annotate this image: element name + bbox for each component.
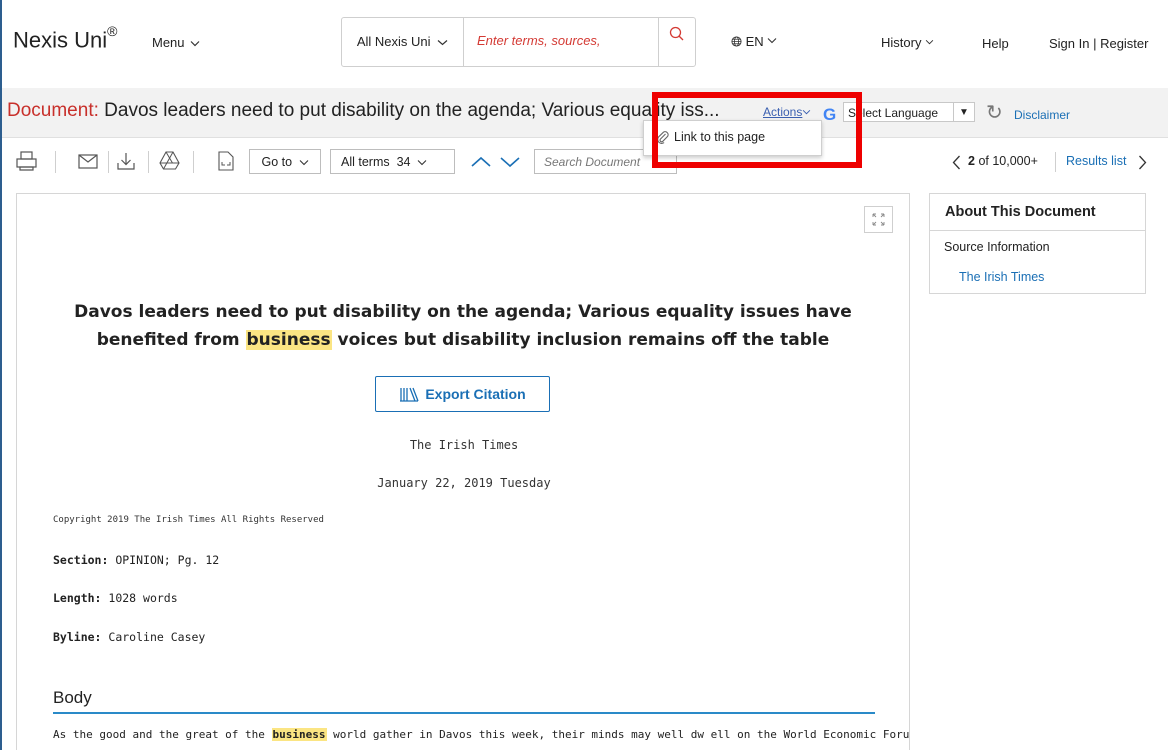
search-scope-label: All Nexis Uni — [356, 34, 431, 49]
source-link[interactable]: The Irish Times — [959, 270, 1044, 284]
chevron-down-icon — [417, 160, 427, 166]
toolbar-divider — [108, 151, 109, 173]
chevron-down-icon — [767, 38, 777, 44]
export-citation-button[interactable]: Export Citation — [375, 376, 550, 412]
about-panel-heading: About This Document — [945, 204, 1096, 220]
search-button[interactable] — [658, 18, 695, 66]
all-terms-label: All terms — [341, 155, 390, 169]
print-icon[interactable] — [16, 151, 37, 176]
length-value: 1028 words — [108, 591, 178, 605]
term-count: 34 — [396, 155, 411, 169]
top-navigation-bar: Nexis Uni® Menu All Nexis Uni EN History… — [0, 0, 1168, 89]
sign-in-register-link[interactable]: Sign In | Register — [1049, 36, 1148, 51]
byline-label: Byline: — [53, 630, 102, 644]
books-icon — [400, 387, 419, 402]
history-menu[interactable]: History — [881, 35, 934, 50]
byline-value: Caroline Casey — [108, 630, 206, 644]
previous-result-chevron-left-icon[interactable] — [952, 155, 961, 175]
toolbar-divider — [148, 151, 149, 173]
section-value: OPINION; Pg. 12 — [115, 553, 220, 567]
section-label: Section: — [53, 553, 109, 567]
search-icon — [669, 26, 684, 41]
logo-text: Nexis Uni — [13, 27, 108, 53]
goto-label: Go to — [261, 155, 293, 169]
total-results: of 10,000+ — [978, 154, 1038, 168]
body-text: As the good and the great of the — [53, 728, 272, 741]
chevron-down-icon — [925, 39, 934, 45]
search-input[interactable] — [477, 33, 657, 48]
select-language-dropdown[interactable]: Select Language ▼ — [843, 102, 975, 122]
body-text-continued: world gather in Davos this week, their m… — [326, 728, 910, 741]
search-box: All Nexis Uni — [341, 17, 696, 67]
about-document-panel: About This Document Source Information T… — [929, 193, 1146, 294]
results-list-link[interactable]: Results list — [1066, 154, 1126, 168]
language-selector[interactable]: EN — [731, 34, 777, 49]
expand-icon[interactable] — [864, 206, 893, 233]
google-drive-icon[interactable] — [159, 151, 180, 175]
nexis-uni-logo[interactable]: Nexis Uni® — [13, 23, 118, 53]
dropdown-arrow-icon: ▼ — [953, 103, 974, 121]
document-viewer: Davos leaders need to put disability on … — [16, 193, 910, 750]
length-field: Length: 1028 words — [53, 591, 178, 605]
window-left-edge — [0, 0, 2, 750]
language-label: EN — [745, 34, 764, 49]
help-link[interactable]: Help — [982, 36, 1009, 51]
goto-dropdown[interactable]: Go to — [249, 149, 321, 174]
headline-text-continued: voices but disability inclusion remains … — [331, 330, 830, 350]
chevron-down-icon — [299, 160, 308, 166]
body-heading: Body — [53, 688, 92, 707]
document-title-bar: Document: Davos leaders need to put disa… — [0, 88, 1168, 138]
email-icon[interactable] — [78, 154, 98, 174]
search-term-highlight: business — [271, 728, 327, 741]
document-source: The Irish Times — [409, 438, 519, 452]
document-title: Document: Davos leaders need to put disa… — [7, 100, 720, 122]
document-date: January 22, 2019 Tuesday — [377, 476, 551, 490]
globe-icon — [731, 36, 742, 47]
copyright-notice: Copyright 2019 The Irish Times All Right… — [53, 515, 324, 525]
document-label: Document: — [7, 100, 99, 121]
history-label: History — [881, 35, 922, 50]
toolbar-divider — [55, 151, 56, 173]
document-title-text: Davos leaders need to put disability on … — [104, 100, 720, 121]
length-label: Length: — [53, 591, 102, 605]
toolbar-divider — [1055, 152, 1056, 172]
export-citation-label: Export Citation — [425, 386, 526, 402]
next-result-chevron-right-icon[interactable] — [1138, 155, 1147, 175]
result-pager: 2 of 10,000+ — [968, 154, 1038, 168]
source-information-label: Source Information — [944, 240, 1050, 254]
menu-button[interactable]: Menu — [152, 35, 200, 50]
disclaimer-link[interactable]: Disclaimer — [1014, 108, 1070, 122]
menu-label: Menu — [152, 35, 185, 50]
about-panel-divider — [930, 230, 1145, 231]
fullscreen-doc-icon[interactable] — [218, 151, 234, 176]
refresh-icon[interactable]: ↻ — [986, 100, 1003, 125]
chevron-down-icon — [190, 41, 200, 47]
current-result-number: 2 — [968, 154, 975, 168]
byline-field: Byline: Caroline Casey — [53, 630, 205, 644]
logo-registered-mark: ® — [107, 23, 118, 39]
toolbar-divider — [193, 151, 194, 173]
body-paragraph: As the good and the great of the busines… — [53, 728, 910, 741]
previous-term-chevron-up-icon[interactable] — [471, 155, 491, 173]
chevron-down-icon — [437, 40, 448, 46]
all-terms-dropdown[interactable]: All terms 34 — [330, 149, 455, 174]
next-term-chevron-down-icon[interactable] — [500, 155, 520, 173]
section-field: Section: OPINION; Pg. 12 — [53, 553, 219, 567]
annotation-highlight-box — [652, 92, 862, 168]
body-divider — [53, 712, 875, 714]
document-headline: Davos leaders need to put disability on … — [37, 298, 889, 354]
search-scope-dropdown[interactable]: All Nexis Uni — [342, 18, 464, 66]
download-icon[interactable] — [116, 151, 136, 176]
search-term-highlight: business — [245, 330, 332, 350]
